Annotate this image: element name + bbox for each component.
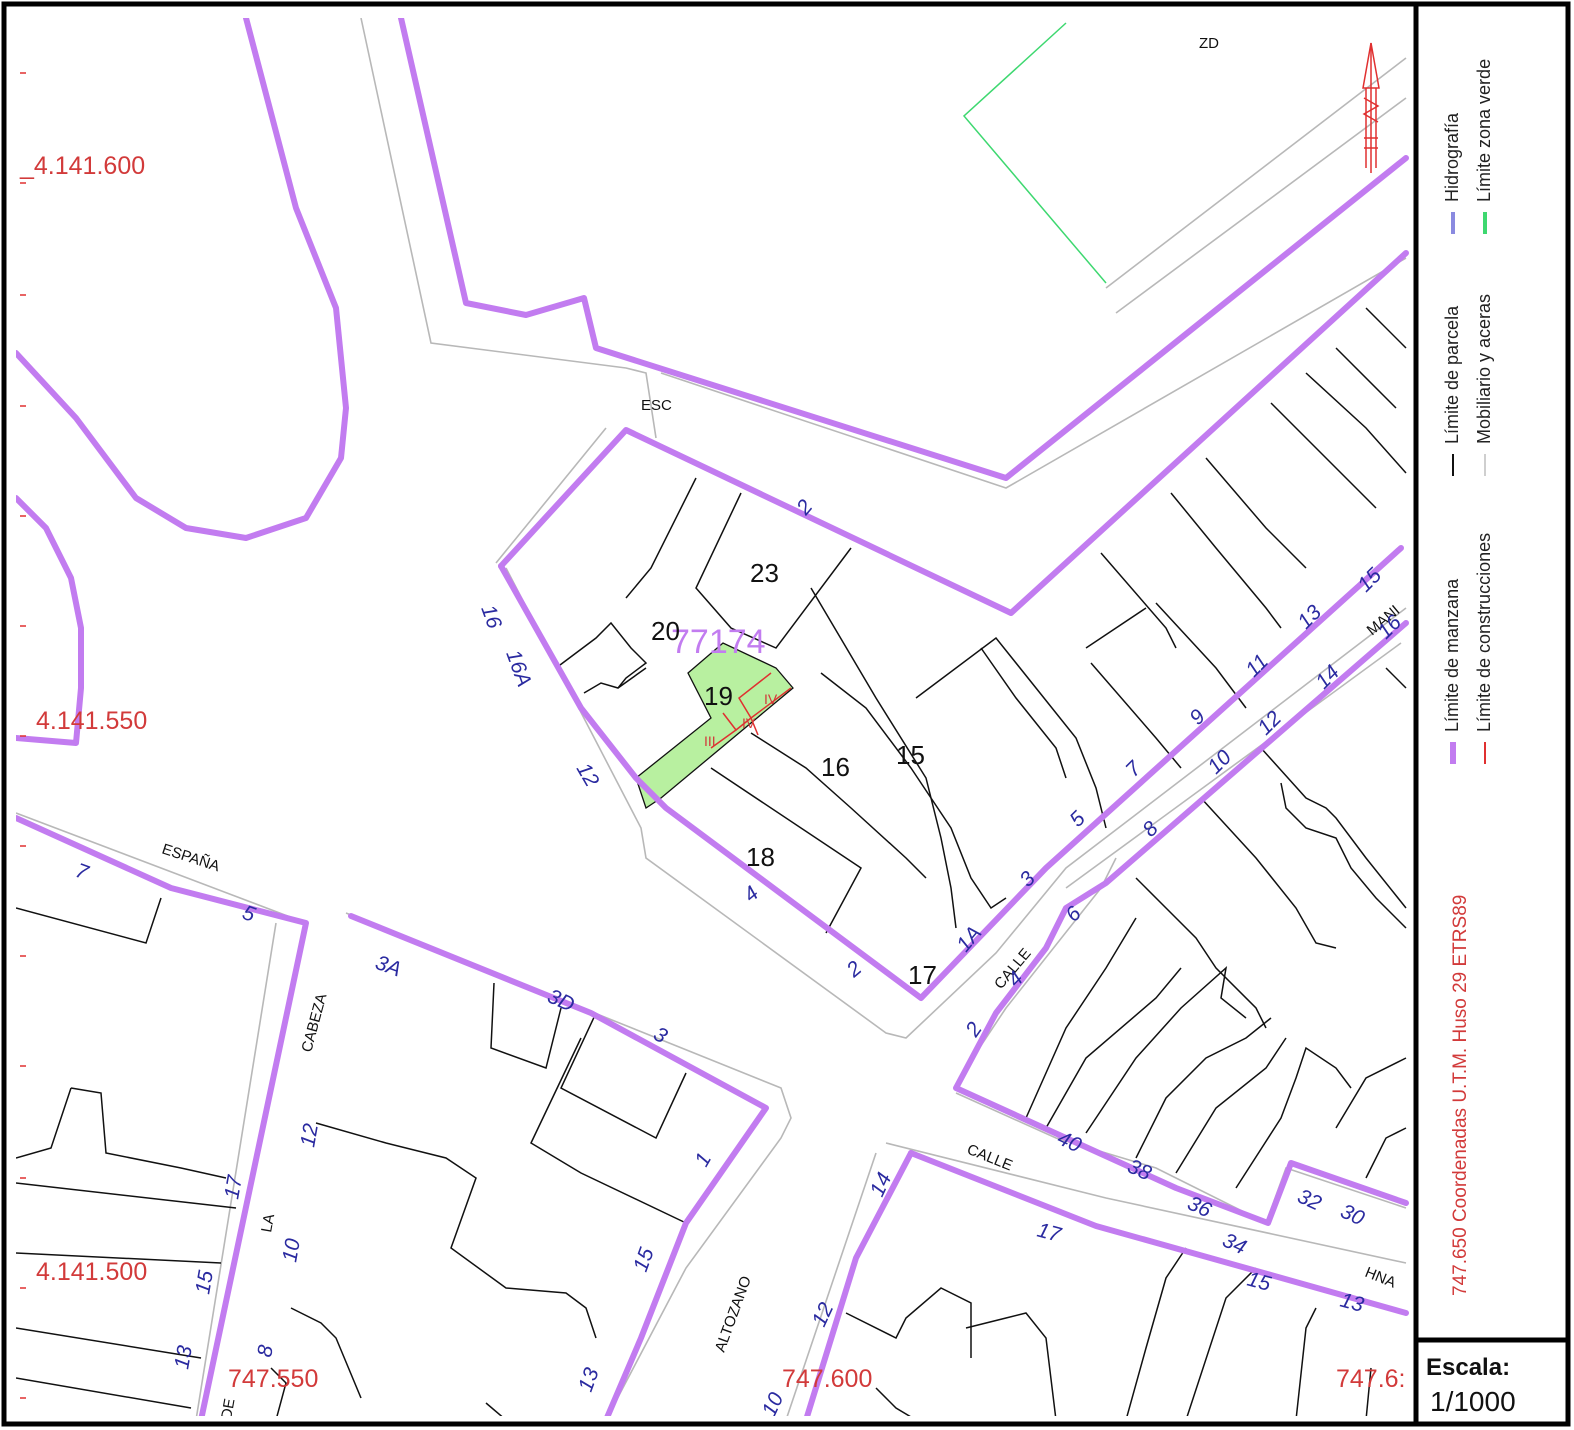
house-number: 40 <box>1054 1127 1085 1158</box>
house-number: 15 <box>191 1269 218 1296</box>
legend-swatch <box>1449 742 1456 764</box>
north-arrow-icon <box>1362 42 1380 173</box>
house-number: 11 <box>1241 650 1273 682</box>
house-number: 13 <box>1293 601 1326 634</box>
street-name: HNA <box>1363 1264 1399 1292</box>
legend-swatch <box>1450 212 1455 234</box>
legend-swatch <box>1483 742 1486 764</box>
parcel-number: 16 <box>821 752 850 782</box>
scale-value: 1/1000 <box>1430 1386 1516 1417</box>
legend-swatch <box>1482 212 1487 234</box>
house-number: 1A <box>952 922 986 956</box>
house-number: 7 <box>72 859 92 885</box>
house-number: 17 <box>1035 1219 1065 1248</box>
street-name: ESPAÑA <box>160 841 222 876</box>
parcel-number: 20 <box>651 616 680 646</box>
selected-parcel-number: 19 <box>704 681 733 711</box>
legend-item-hydrography: Hidrografía <box>1442 113 1463 234</box>
house-number: 1 <box>690 1149 716 1171</box>
street-label: ZD <box>1199 35 1219 52</box>
legend-label: Hidrografía <box>1442 112 1462 202</box>
parcel-number: 17 <box>908 960 937 990</box>
northing-label: _4.141.600 <box>19 152 145 180</box>
parcel-number: 23 <box>750 558 779 588</box>
legend-item-street-furniture: Mobiliario y aceras <box>1474 294 1495 476</box>
legend-label: Límite de parcela <box>1442 305 1462 444</box>
house-number: 15 <box>629 1245 659 1275</box>
legend-item-parcel-boundary: Límite de parcela <box>1442 306 1463 476</box>
scale-box: Escala: 1/1000 <box>1418 1342 1562 1422</box>
legend-label: Límite zona verde <box>1474 58 1494 202</box>
parcel-number: 15 <box>896 740 925 770</box>
street-label: ESC <box>641 397 672 414</box>
house-number: 3A <box>372 951 404 981</box>
legend-swatch <box>1483 454 1486 476</box>
selected-parcel[interactable] <box>635 642 794 810</box>
legend-swatch <box>1451 454 1454 476</box>
easting-label: 747.550 <box>228 1365 318 1393</box>
house-number: 12 <box>572 759 604 791</box>
block-number: 77174 <box>671 623 766 661</box>
street-name: DE <box>218 1397 238 1420</box>
house-number: 36 <box>1184 1192 1215 1223</box>
northing-label: 4.141.550 <box>36 707 147 735</box>
house-number: 13 <box>1338 1289 1367 1317</box>
house-number: 15 <box>1245 1268 1274 1296</box>
house-number: 8 <box>253 1343 278 1359</box>
easting-label: 747.600 <box>782 1365 872 1393</box>
house-number: 34 <box>1219 1229 1250 1260</box>
floor-label: III <box>704 733 716 749</box>
house-number: 13 <box>170 1344 197 1371</box>
house-number: 17 <box>220 1173 247 1201</box>
house-number: 32 <box>1294 1185 1325 1216</box>
legend-item-block-boundary: Límite de manzana <box>1442 579 1463 764</box>
floor-label: IV <box>742 715 756 731</box>
parcel-number: 18 <box>746 842 775 872</box>
legend-panel: Límite de manzana Límite de parcela Hidr… <box>1418 8 1562 1338</box>
house-number: 3D <box>544 985 578 1017</box>
house-number: 16 <box>476 602 506 632</box>
legend-label: Mobiliario y aceras <box>1474 293 1494 444</box>
legend-label: Límite de construcciones <box>1474 532 1494 732</box>
house-number: 16A <box>501 647 535 690</box>
green-zone-boundary <box>962 22 1107 284</box>
legend-item-green-zone: Límite zona verde <box>1474 59 1495 234</box>
house-number: 12 <box>296 1122 323 1149</box>
house-number: 4 <box>739 882 763 907</box>
legend-label: Límite de manzana <box>1442 578 1462 732</box>
house-number: 2 <box>842 956 867 982</box>
street-name: CABEZA <box>298 992 330 1054</box>
northing-label: 4.141.500 <box>36 1258 147 1286</box>
house-number: 10 <box>278 1237 305 1264</box>
street-name: LA <box>258 1213 278 1234</box>
legend-item-construction-boundary: Límite de construcciones <box>1474 533 1495 764</box>
house-number: 30 <box>1337 1200 1368 1231</box>
cadastral-map[interactable]: _4.141.600 4.141.550 4.141.500 747.550 7… <box>6 8 1416 1420</box>
house-number: 10 <box>758 1389 789 1420</box>
floor-label: IV <box>764 691 778 707</box>
scale-title: Escala: <box>1426 1354 1511 1381</box>
house-number: 13 <box>574 1365 604 1395</box>
easting-label: 747.6: <box>1336 1365 1406 1393</box>
grid-ticks <box>20 72 26 1399</box>
street-name: ALTOZANO <box>712 1274 755 1354</box>
coordinate-system-note: 747.650 Coordenadas U.T.M. Huso 29 ETRS8… <box>1450 894 1471 1296</box>
